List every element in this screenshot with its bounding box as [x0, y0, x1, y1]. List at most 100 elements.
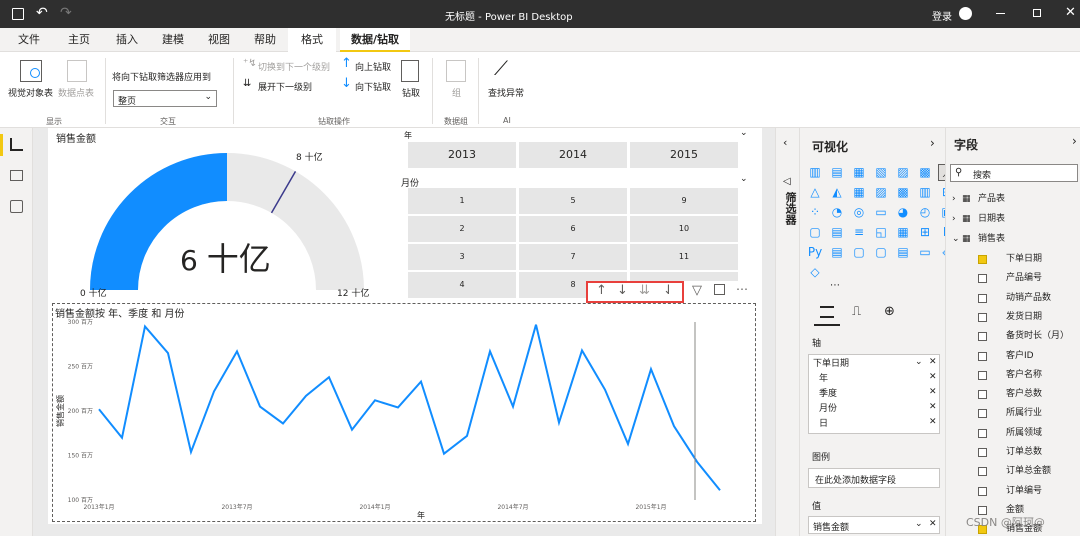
visual-type-icon[interactable]: ▦	[894, 224, 912, 241]
visual-type-icon[interactable]: ⁘	[806, 204, 824, 221]
visual-type-icon[interactable]: ◱	[872, 224, 890, 241]
visual-type-icon[interactable]: ◭	[828, 184, 846, 201]
axis-level-quarter[interactable]: 季度	[819, 387, 945, 402]
field-item[interactable]: 客户ID	[946, 347, 1080, 366]
field-checkbox[interactable]	[978, 312, 987, 322]
visual-type-icon[interactable]: ▩	[916, 164, 934, 181]
restore-icon[interactable]	[1033, 9, 1041, 17]
field-checkbox[interactable]	[978, 390, 987, 400]
field-item[interactable]: 订单总数	[946, 443, 1080, 462]
visual-type-icon[interactable]: ▨	[872, 184, 890, 201]
visual-type-icon[interactable]: ⊞	[916, 224, 934, 241]
remove-icon[interactable]: ✕	[929, 519, 937, 529]
chevron-left-icon[interactable]: ‹	[783, 136, 787, 149]
remove-icon[interactable]: ✕	[929, 357, 937, 367]
minimize-icon[interactable]	[996, 13, 1005, 14]
axis-level-year[interactable]: 年	[819, 372, 945, 387]
visual-table-button[interactable]: 视觉对象表	[8, 86, 53, 99]
slicer-month-4[interactable]: 4	[408, 272, 516, 298]
data-table-button[interactable]: 数据点表	[58, 86, 94, 99]
slicer-month-9[interactable]: 9	[630, 188, 738, 214]
model-view-icon[interactable]	[10, 200, 23, 213]
visual-type-icon[interactable]: ▥	[916, 184, 934, 201]
visual-type-icon[interactable]: ◔	[828, 204, 846, 221]
visual-type-icon[interactable]: Py	[806, 244, 824, 261]
fields-search-box[interactable]: ⚲ 搜索	[950, 164, 1078, 182]
axis-well[interactable]: 下单日期 ⌄ ✕ 年 ✕ 季度 ✕ 月份 ✕ 日 ✕	[808, 354, 940, 434]
next-level-icon[interactable]: ⇊	[639, 283, 650, 298]
visual-type-icon[interactable]: ◎	[850, 204, 868, 221]
visual-type-icon[interactable]: ▤	[828, 164, 846, 181]
field-checkbox[interactable]	[978, 409, 987, 419]
visual-type-icon[interactable]: ▧	[872, 164, 890, 181]
values-well[interactable]: 销售金额 ⌄ ✕	[808, 516, 940, 534]
visual-type-icon[interactable]: △	[806, 184, 824, 201]
gauge-visual[interactable]: 销售金额 6 十亿 0 十亿 12 十亿 8 十亿	[52, 130, 402, 300]
slicer-month-7[interactable]: 7	[519, 244, 627, 270]
chevron-down-icon[interactable]: ⌄	[740, 128, 748, 138]
field-item[interactable]: 产品编号	[946, 269, 1080, 288]
chevron-down-icon[interactable]: ⌄	[952, 230, 960, 249]
field-checkbox[interactable]	[978, 255, 987, 264]
visual-type-icon[interactable]: ≡	[850, 224, 868, 241]
avatar[interactable]	[959, 7, 972, 20]
field-item[interactable]: 客户总数	[946, 385, 1080, 404]
table-item[interactable]: › ▦ 日期表	[946, 210, 1080, 229]
data-table-icon[interactable]	[67, 60, 87, 82]
group-button[interactable]: 组	[452, 86, 461, 99]
slicer-month-2[interactable]: 2	[408, 216, 516, 242]
slicer-year-2013[interactable]: 2013	[408, 142, 516, 168]
menu-insert[interactable]: 插入	[116, 28, 138, 52]
report-view-icon[interactable]	[10, 138, 23, 151]
values-field-sales[interactable]: 销售金额	[813, 520, 849, 533]
slicer-year-2015[interactable]: 2015	[630, 142, 738, 168]
visual-type-icon[interactable]: ▤	[828, 224, 846, 241]
field-checkbox[interactable]	[978, 293, 987, 303]
remove-icon[interactable]: ✕	[929, 417, 937, 427]
visual-type-icon[interactable]: ◕	[894, 204, 912, 221]
field-checkbox[interactable]	[978, 448, 987, 457]
field-item[interactable]: 备货时长（月）	[946, 327, 1080, 346]
visual-type-icon[interactable]: ▦	[850, 164, 868, 181]
visual-type-icon[interactable]: ▨	[894, 164, 912, 181]
find-anomalies-icon[interactable]: ⟋	[494, 56, 508, 80]
slicer-month-6[interactable]: 6	[519, 216, 627, 242]
filters-tab-label[interactable]: 筛选器	[782, 192, 798, 225]
search-input[interactable]: 搜索	[973, 168, 991, 181]
drill-down-button[interactable]: 向下钻取	[355, 80, 391, 93]
menu-modeling[interactable]: 建模	[162, 28, 184, 52]
chevron-right-icon[interactable]: ›	[930, 136, 935, 150]
signin-button[interactable]: 登录	[932, 8, 952, 23]
filter-pane-icon[interactable]: ◁	[783, 176, 791, 187]
visual-type-icon[interactable]: ▢	[850, 244, 868, 261]
visual-type-icon[interactable]: ◴	[916, 204, 934, 221]
field-item[interactable]: 客户名称	[946, 366, 1080, 385]
visual-type-icon[interactable]: ▥	[806, 164, 824, 181]
chevron-right-icon[interactable]: ›	[952, 190, 956, 209]
remove-icon[interactable]: ✕	[929, 387, 937, 397]
save-icon[interactable]	[12, 8, 24, 20]
visual-type-icon[interactable]: ◇	[806, 264, 824, 281]
field-item[interactable]: 订单总金额	[946, 462, 1080, 481]
drill-button[interactable]: 钻取	[402, 86, 420, 99]
tab-format[interactable]: 格式	[288, 28, 336, 52]
field-checkbox[interactable]	[978, 467, 987, 477]
expand-hierarchy-icon[interactable]: ⇃	[663, 283, 674, 298]
field-checkbox[interactable]	[978, 332, 987, 342]
more-options-icon[interactable]: ⋯	[736, 282, 748, 296]
expand-next-level-button[interactable]: 展开下一级别	[258, 80, 312, 93]
undo-icon[interactable]: ↶	[36, 5, 48, 21]
visual-type-icon[interactable]: ▦	[850, 184, 868, 201]
filter-icon[interactable]: ▽	[692, 283, 702, 298]
field-checkbox[interactable]	[978, 428, 987, 438]
visual-type-icon[interactable]: ▭	[916, 244, 934, 261]
table-item[interactable]: › ▦ 产品表	[946, 190, 1080, 209]
visual-type-icon[interactable]: ▤	[828, 244, 846, 261]
menu-file[interactable]: 文件	[18, 28, 40, 52]
menu-view[interactable]: 视图	[208, 28, 230, 52]
field-item[interactable]: 发货日期	[946, 308, 1080, 327]
visual-type-icon[interactable]: ▢	[806, 224, 824, 241]
axis-level-day[interactable]: 日	[819, 417, 945, 432]
drill-up-button[interactable]: 向上钻取	[355, 60, 391, 73]
switch-next-level-button[interactable]: 切换到下一个级别	[258, 60, 330, 73]
